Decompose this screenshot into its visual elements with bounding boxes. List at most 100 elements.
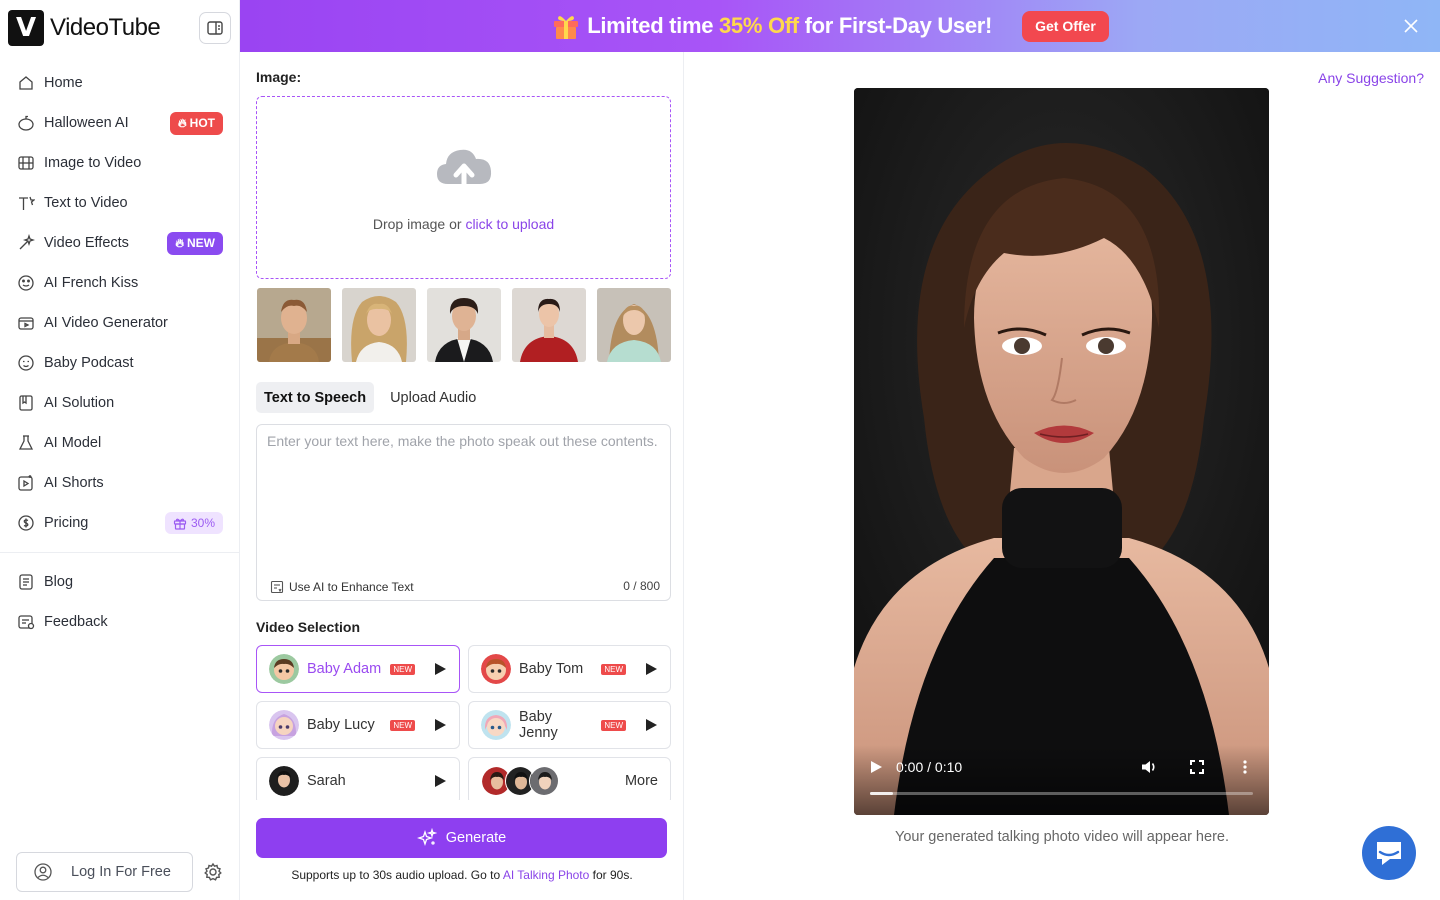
sidebar-item-ai-solution[interactable]: AI Solution bbox=[0, 383, 239, 423]
user-icon bbox=[34, 863, 52, 881]
speech-text-input[interactable] bbox=[257, 425, 670, 565]
promo-highlight: 35% Off bbox=[719, 13, 799, 38]
avatar bbox=[269, 654, 299, 684]
volume-button[interactable] bbox=[1139, 757, 1159, 777]
avatar bbox=[481, 654, 511, 684]
sidebar-item-ai-model[interactable]: AI Model bbox=[0, 423, 239, 463]
sidebar-collapse-button[interactable] bbox=[199, 12, 231, 44]
sparkles-icon bbox=[416, 828, 437, 847]
blog-icon bbox=[16, 573, 35, 592]
login-row: Log In For Free bbox=[16, 852, 225, 892]
form-panel: Image: Drop image or click to upload Tex… bbox=[240, 52, 684, 900]
sidebar-item-blog[interactable]: Blog bbox=[0, 562, 239, 602]
sidebar-item-label: AI Model bbox=[44, 435, 102, 451]
new-badge: 🔥︎ NEW bbox=[167, 231, 223, 255]
settings-button[interactable] bbox=[201, 860, 225, 884]
sidebar-item-label: AI French Kiss bbox=[44, 275, 139, 291]
video-progress-track[interactable] bbox=[870, 792, 1253, 795]
tab-upload-audio[interactable]: Upload Audio bbox=[382, 382, 484, 413]
tab-text-to-speech[interactable]: Text to Speech bbox=[256, 382, 375, 413]
gear-icon bbox=[204, 862, 222, 881]
fullscreen-button[interactable] bbox=[1187, 757, 1207, 777]
sidebar-item-label: Video Effects bbox=[44, 235, 129, 251]
sidebar-item-ai-french-kiss[interactable]: AI French Kiss bbox=[0, 263, 239, 303]
sidebar-item-pricing[interactable]: Pricing 30% bbox=[0, 503, 239, 543]
sidebar-item-halloween-ai[interactable]: Halloween AI 🔥︎ HOT bbox=[0, 103, 239, 143]
generate-button[interactable]: Generate bbox=[256, 818, 667, 858]
suggestion-link[interactable]: Any Suggestion? bbox=[1318, 70, 1424, 86]
film-icon bbox=[16, 154, 35, 173]
login-label: Log In For Free bbox=[71, 864, 171, 880]
play-icon[interactable] bbox=[868, 759, 884, 775]
video-controls: 0:00 / 0:10 bbox=[854, 745, 1269, 815]
play-icon[interactable] bbox=[644, 718, 658, 732]
badge-text: HOT bbox=[189, 116, 215, 130]
sidebar-item-label: AI Solution bbox=[44, 395, 115, 411]
chat-button[interactable] bbox=[1362, 826, 1416, 880]
sample-image-man-black-coat[interactable] bbox=[427, 288, 501, 362]
video-player[interactable]: 0:00 / 0:10 bbox=[854, 88, 1269, 815]
sample-image-woman-blonde[interactable] bbox=[342, 288, 416, 362]
play-icon[interactable] bbox=[433, 718, 447, 732]
sidebar-item-label: Blog bbox=[44, 574, 74, 590]
ai-talking-photo-link[interactable]: AI Talking Photo bbox=[503, 868, 590, 882]
sample-image-woman-mint[interactable] bbox=[597, 288, 671, 362]
chat-icon bbox=[1377, 842, 1401, 865]
sidebar-item-text-to-video[interactable]: Text to Video bbox=[0, 183, 239, 223]
more-options-button[interactable] bbox=[1235, 757, 1255, 777]
sidebar-item-label: Home bbox=[44, 75, 83, 91]
logo-mark: V bbox=[8, 10, 44, 46]
logo[interactable]: V VideoTube bbox=[8, 10, 161, 46]
flame-icon: 🔥︎ bbox=[175, 235, 184, 250]
sidebar-item-label: Feedback bbox=[44, 614, 108, 630]
preview-caption: Your generated talking photo video will … bbox=[894, 829, 1229, 845]
sidebar-item-home[interactable]: Home bbox=[0, 63, 239, 103]
speech-text-box: Use AI to Enhance Text 0 / 800 bbox=[256, 424, 671, 601]
enhance-text-label: Use AI to Enhance Text bbox=[289, 580, 414, 594]
sidebar-nav: Home Halloween AI 🔥︎ HOT Image to Video T… bbox=[0, 56, 239, 642]
sample-image-man-sweater[interactable] bbox=[257, 288, 331, 362]
avatar bbox=[481, 710, 511, 740]
promo-text: Limited time 35% Off for First-Day User! bbox=[587, 13, 992, 39]
voice-option-sarah[interactable]: Sarah bbox=[256, 757, 460, 805]
model-icon bbox=[16, 434, 35, 453]
sidebar-item-ai-shorts[interactable]: AI Shorts bbox=[0, 463, 239, 503]
sidebar: V VideoTube Home Halloween AI 🔥︎ HOT Imag… bbox=[0, 0, 240, 900]
cloud-upload-icon bbox=[436, 149, 491, 190]
video-frame-portrait bbox=[854, 88, 1269, 815]
voice-name: Baby Tom bbox=[519, 661, 584, 677]
close-icon[interactable] bbox=[1400, 15, 1422, 37]
audio-source-tabs: Text to Speech Upload Audio bbox=[256, 382, 484, 413]
logo-row: V VideoTube bbox=[0, 0, 239, 56]
image-dropzone[interactable]: Drop image or click to upload bbox=[256, 96, 671, 279]
sidebar-item-image-to-video[interactable]: Image to Video bbox=[0, 143, 239, 183]
image-label: Image: bbox=[256, 69, 302, 85]
voice-option-baby-tom[interactable]: Baby Tom NEW bbox=[468, 645, 671, 693]
drop-text-prefix: Drop image or bbox=[372, 215, 466, 232]
sidebar-item-ai-video-generator[interactable]: AI Video Generator bbox=[0, 303, 239, 343]
login-button[interactable]: Log In For Free bbox=[16, 852, 193, 892]
sidebar-item-label: Image to Video bbox=[44, 155, 142, 171]
voice-option-baby-lucy[interactable]: Baby Lucy NEW bbox=[256, 701, 460, 749]
preview-panel: Any Suggestion? 0:00 / 0:10 Your generat… bbox=[684, 52, 1440, 900]
enhance-text-button[interactable]: Use AI to Enhance Text bbox=[270, 580, 414, 594]
sidebar-item-video-effects[interactable]: Video Effects 🔥︎ NEW bbox=[0, 223, 239, 263]
play-icon[interactable] bbox=[433, 662, 447, 676]
voice-grid-clip bbox=[256, 800, 672, 808]
upload-link[interactable]: click to upload bbox=[465, 216, 554, 232]
promo-content: Limited time 35% Off for First-Day User!… bbox=[551, 10, 1109, 42]
new-tag: NEW bbox=[601, 719, 626, 731]
sidebar-item-baby-podcast[interactable]: Baby Podcast bbox=[0, 343, 239, 383]
get-offer-button[interactable]: Get Offer bbox=[1022, 10, 1109, 42]
sidebar-item-feedback[interactable]: Feedback bbox=[0, 602, 239, 642]
sidebar-item-label: AI Shorts bbox=[44, 475, 104, 491]
voice-option-baby-jenny[interactable]: Baby Jenny NEW bbox=[468, 701, 671, 749]
badge-text: NEW bbox=[187, 236, 215, 250]
more-voices-button[interactable]: More bbox=[468, 757, 671, 805]
play-icon[interactable] bbox=[433, 774, 447, 788]
voice-option-baby-adam[interactable]: Baby Adam NEW bbox=[256, 645, 460, 693]
support-note: Supports up to 30s audio upload. Go to A… bbox=[240, 868, 684, 882]
promo-text-pre: Limited time bbox=[587, 13, 719, 38]
play-icon[interactable] bbox=[644, 662, 658, 676]
sample-image-woman-red[interactable] bbox=[512, 288, 586, 362]
